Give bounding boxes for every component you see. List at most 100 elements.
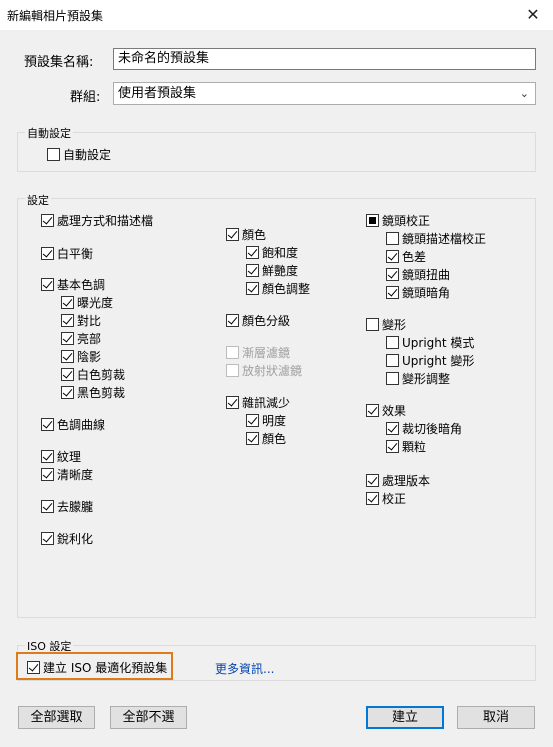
checkbox-box	[41, 450, 54, 463]
group-select[interactable]: 使用者預設集 ⌄	[113, 82, 536, 105]
checkbox-box	[386, 354, 399, 367]
check-all-button[interactable]: 全部選取	[18, 706, 95, 729]
checkbox-box	[386, 286, 399, 299]
checkbox-label: 鮮艷度	[262, 264, 299, 278]
checkbox-black-clip[interactable]: 黑色剪裁	[61, 384, 125, 401]
checkbox-label: 顏色調整	[262, 282, 311, 296]
checkbox-process-version[interactable]: 處理版本	[366, 472, 430, 489]
checkbox-label: 曝光度	[77, 296, 114, 310]
checkbox-saturation[interactable]: 飽和度	[246, 244, 298, 261]
checkbox-label: 處理版本	[382, 474, 431, 488]
auto-settings-checkbox-label: 自動設定	[63, 148, 112, 162]
checkbox-color-adjust[interactable]: 顏色調整	[246, 280, 310, 297]
checkbox-luminance[interactable]: 明度	[246, 412, 286, 429]
checkbox-lens-vignetting[interactable]: 鏡頭暗角	[386, 284, 450, 301]
checkbox-box	[366, 214, 379, 227]
checkbox-transform-adjust[interactable]: 變形調整	[386, 370, 450, 387]
checkbox-label: 飽和度	[262, 246, 299, 260]
auto-settings-title: 自動設定	[25, 125, 73, 141]
preset-name-label: 預設集名稱:	[24, 55, 94, 70]
checkbox-white-balance[interactable]: 白平衡	[41, 245, 93, 262]
checkbox-box	[41, 214, 54, 227]
checkbox-lens-distortion[interactable]: 鏡頭扭曲	[386, 266, 450, 283]
checkbox-white-clip[interactable]: 白色剪裁	[61, 366, 125, 383]
checkbox-lens-profile[interactable]: 鏡頭描述檔校正	[386, 230, 486, 247]
checkbox-box	[366, 404, 379, 417]
checkbox-label: 去朦朧	[57, 500, 94, 514]
checkbox-sharpening[interactable]: 銳利化	[41, 530, 93, 547]
checkbox-label: 鏡頭校正	[382, 214, 431, 228]
group-select-value: 使用者預設集	[118, 86, 197, 101]
checkbox-label: 裁切後暗角	[402, 422, 463, 436]
checkbox-tone-curve[interactable]: 色調曲線	[41, 416, 105, 433]
preset-name-input[interactable]: 未命名的預設集	[113, 48, 536, 70]
check-none-button[interactable]: 全部不選	[110, 706, 187, 729]
checkbox-transform[interactable]: 變形	[366, 316, 406, 333]
checkbox-exposure[interactable]: 曝光度	[61, 294, 113, 311]
checkbox-label: 基本色調	[57, 278, 106, 292]
checkbox-box	[246, 246, 259, 259]
settings-title: 設定	[25, 192, 51, 208]
close-button[interactable]: ✕	[520, 4, 546, 26]
checkbox-color[interactable]: 顏色	[226, 226, 266, 243]
chevron-down-icon: ⌄	[519, 87, 529, 100]
checkbox-label: 建立 ISO 最適化預設集	[43, 661, 168, 675]
checkbox-vibrance[interactable]: 鮮艷度	[246, 262, 298, 279]
checkbox-box	[386, 372, 399, 385]
checkbox-dehaze[interactable]: 去朦朧	[41, 498, 93, 515]
auto-settings-checkbox[interactable]: 自動設定	[47, 146, 111, 163]
checkbox-nr-color[interactable]: 顏色	[246, 430, 286, 447]
checkbox-label: 校正	[382, 492, 407, 506]
checkbox-texture[interactable]: 紋理	[41, 448, 81, 465]
checkbox-clarity[interactable]: 清晰度	[41, 466, 93, 483]
checkbox-highlights[interactable]: 亮部	[61, 330, 101, 347]
checkbox-box	[366, 474, 379, 487]
close-icon: ✕	[526, 5, 540, 24]
checkbox-upright-mode[interactable]: Upright 模式	[386, 334, 474, 351]
checkbox-box	[27, 661, 40, 674]
checkbox-upright-transform[interactable]: Upright 變形	[386, 352, 474, 369]
checkbox-shadows[interactable]: 陰影	[61, 348, 101, 365]
checkbox-box	[226, 364, 239, 377]
checkbox-box	[246, 432, 259, 445]
create-button[interactable]: 建立	[366, 706, 444, 729]
checkbox-process[interactable]: 處理方式和描述檔	[41, 212, 153, 229]
checkbox-label: 鏡頭描述檔校正	[402, 232, 487, 246]
checkbox-label: 漸層濾鏡	[242, 346, 291, 360]
checkbox-box	[61, 296, 74, 309]
checkbox-color-grading[interactable]: 顏色分級	[226, 312, 290, 329]
checkbox-label: 明度	[262, 414, 287, 428]
group-label: 群組:	[70, 90, 101, 105]
checkbox-label: 陰影	[77, 350, 102, 364]
iso-adaptive-checkbox[interactable]: 建立 ISO 最適化預設集	[27, 659, 167, 676]
checkbox-effects[interactable]: 效果	[366, 402, 406, 419]
checkbox-box	[226, 396, 239, 409]
checkbox-box	[61, 386, 74, 399]
checkbox-label: Upright 模式	[402, 336, 475, 350]
checkbox-label: 清晰度	[57, 468, 94, 482]
checkbox-grain[interactable]: 顆粒	[386, 438, 426, 455]
checkbox-box	[41, 500, 54, 513]
checkbox-box	[246, 414, 259, 427]
checkbox-contrast[interactable]: 對比	[61, 312, 101, 329]
checkbox-box	[61, 350, 74, 363]
checkbox-box	[41, 247, 54, 260]
more-info-link[interactable]: 更多資訊...	[215, 660, 274, 677]
checkbox-label: 放射狀濾鏡	[242, 364, 303, 378]
checkbox-label: 色差	[402, 250, 427, 264]
checkbox-box	[386, 440, 399, 453]
checkbox-box	[61, 332, 74, 345]
checkbox-calibration[interactable]: 校正	[366, 490, 406, 507]
checkbox-box	[41, 418, 54, 431]
cancel-button[interactable]: 取消	[457, 706, 535, 729]
checkbox-lens-corrections[interactable]: 鏡頭校正	[366, 212, 430, 229]
checkbox-chromatic[interactable]: 色差	[386, 248, 426, 265]
checkbox-post-crop-vignetting[interactable]: 裁切後暗角	[386, 420, 462, 437]
checkbox-box	[386, 268, 399, 281]
checkbox-basic-tone[interactable]: 基本色調	[41, 276, 105, 293]
checkbox-label: 顏色	[242, 228, 267, 242]
checkbox-noise-reduction[interactable]: 雜訊減少	[226, 394, 290, 411]
checkbox-box	[386, 250, 399, 263]
title-bar: 新編輯相片預設集 ✕	[0, 0, 553, 30]
checkbox-label: 對比	[77, 314, 102, 328]
